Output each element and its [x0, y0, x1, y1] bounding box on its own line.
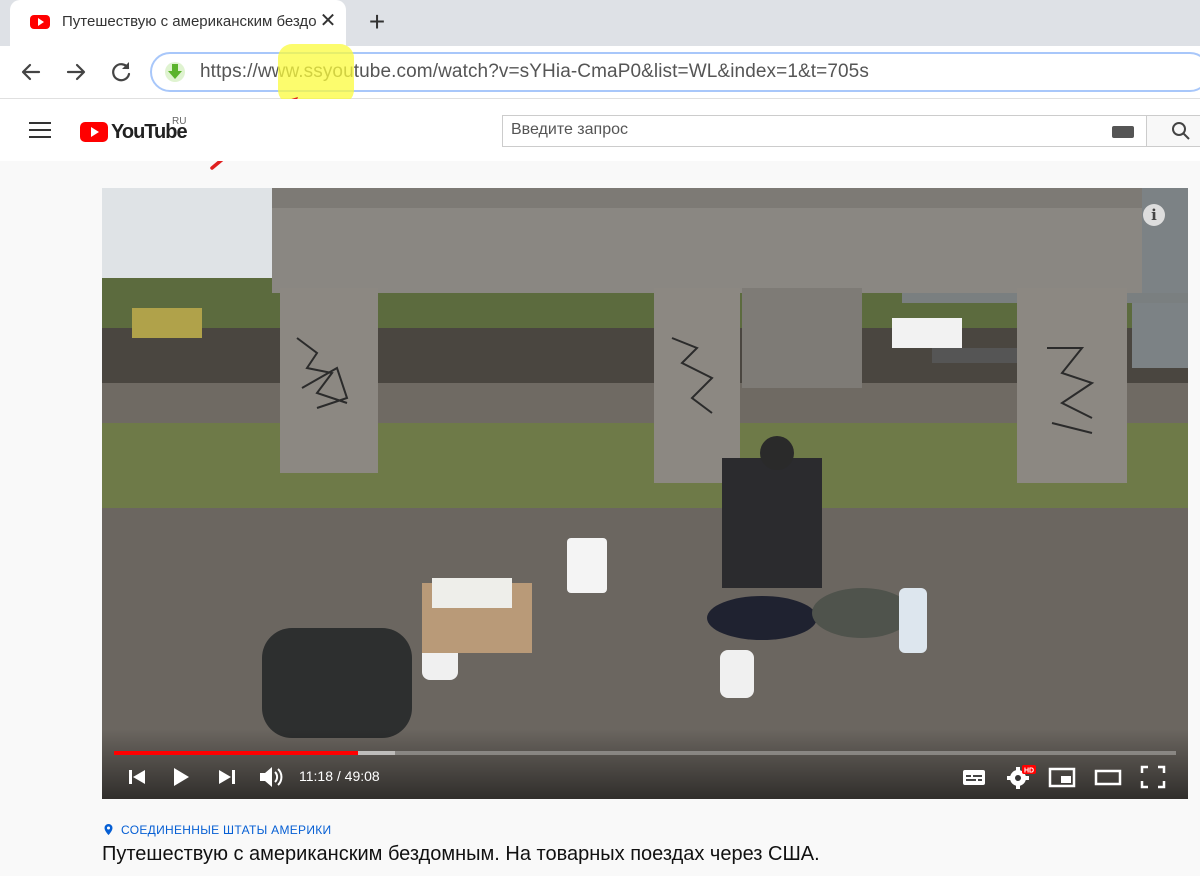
video-title: Путешествую с американским бездомным. На… — [102, 843, 820, 865]
video-player[interactable]: i 11:18 / 49:08 HD — [102, 188, 1188, 799]
fullscreen-icon[interactable] — [1139, 763, 1167, 791]
tab-strip: Путешествую с американским бездомным. На… — [0, 0, 1200, 46]
browser-toolbar: https://www.ssyoutube.com/watch?v=sYHia-… — [0, 46, 1200, 99]
youtube-header: YouTube RU Введите запрос — [0, 99, 1200, 161]
tab-title: Путешествую с американским бездомным. На… — [62, 13, 317, 30]
previous-icon[interactable] — [126, 763, 148, 791]
time-display: 11:18 / 49:08 — [299, 768, 380, 784]
search-placeholder: Введите запрос — [511, 121, 628, 138]
back-arrow-icon[interactable] — [17, 58, 45, 86]
search-input[interactable]: Введите запрос — [502, 115, 1147, 147]
location-text: СОЕДИНЕННЫЕ ШТАТЫ АМЕРИКИ — [121, 823, 332, 837]
played-bar — [114, 751, 359, 755]
volume-icon[interactable] — [257, 763, 285, 791]
play-icon[interactable] — [170, 763, 192, 791]
location-link[interactable]: СОЕДИНЕННЫЕ ШТАТЫ АМЕРИКИ — [104, 823, 332, 837]
info-icon[interactable]: i — [1143, 204, 1165, 226]
miniplayer-icon[interactable] — [1048, 763, 1076, 791]
hd-badge: HD — [1024, 768, 1034, 775]
region-code: RU — [172, 116, 187, 127]
browser-tab[interactable]: Путешествую с американским бездомным. На… — [10, 0, 346, 46]
tab-close-icon[interactable]: ✕ — [316, 9, 340, 33]
search-icon — [1172, 122, 1190, 140]
menu-icon[interactable] — [29, 122, 51, 138]
new-tab-button[interactable]: + — [364, 8, 390, 36]
progress-bar[interactable] — [114, 751, 1176, 755]
keyboard-icon[interactable] — [1112, 126, 1134, 138]
theater-mode-icon[interactable] — [1094, 763, 1122, 791]
next-icon[interactable] — [216, 763, 238, 791]
reload-icon[interactable] — [107, 58, 135, 86]
subtitles-icon[interactable] — [961, 763, 987, 791]
location-pin-icon — [104, 824, 113, 835]
forward-arrow-icon[interactable] — [62, 58, 90, 86]
download-icon[interactable] — [164, 61, 186, 83]
youtube-favicon-icon — [30, 15, 50, 29]
settings-gear-icon[interactable]: HD — [1006, 763, 1036, 791]
search-button[interactable] — [1146, 115, 1200, 147]
video-frame — [102, 188, 1188, 799]
youtube-play-logo-icon — [80, 122, 108, 142]
